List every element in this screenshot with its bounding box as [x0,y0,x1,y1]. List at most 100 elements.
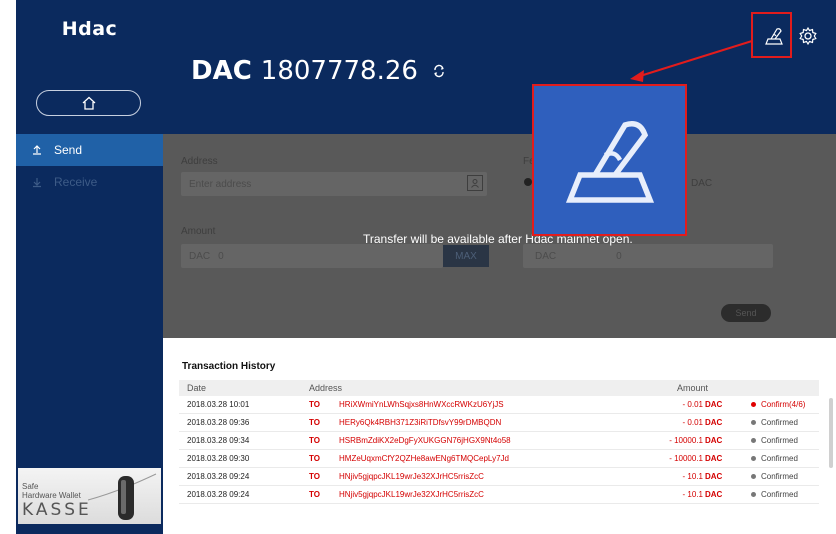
home-button[interactable] [36,90,141,116]
sidebar-item-send[interactable]: Send [16,134,163,166]
table-row[interactable]: 2018.03.28 09:30 TO HMZeUqxmCfY2QZHe8awENg… [179,450,819,468]
fee-radio[interactable] [524,178,532,186]
amount-value: 0 [218,250,224,262]
status-dot-icon [751,402,756,407]
table-row[interactable]: 2018.03.28 09:36 TO HERy6Qk4RBH371Z3iRiTDf… [179,414,819,432]
home-icon [82,96,95,110]
transaction-history: Transaction History Date Address Amount … [163,338,836,534]
brand-logo: Hdac [61,18,118,40]
send-icon [30,143,44,157]
tx-currency: DAC [705,418,723,427]
status-dot-icon [751,492,756,497]
status-dot-icon [751,438,756,443]
tx-amount: - 10000.1 [669,454,703,463]
window-edge [0,0,16,534]
tx-status: Confirmed [761,436,798,445]
table-row[interactable]: 2018.03.28 09:34 TO HSRBmZdiKX2eDgFyXUKGGN… [179,432,819,450]
tx-direction: TO [309,436,320,445]
tx-amount: - 10000.1 [669,436,703,445]
highlight-box [751,12,792,58]
app-window: Hdac Send Receive Safe Hardware Wallet K… [0,0,836,534]
zoomed-sign-icon-callout [532,84,687,236]
sign-icon [565,121,654,203]
history-rows: 2018.03.28 10:01 TO HRiXWmiYnLWhSqjxs8HnWX… [179,396,819,504]
address-placeholder: Enter address [189,178,252,190]
sidebar-item-label: Send [54,143,83,157]
address-input[interactable]: Enter address [181,172,487,196]
tx-address[interactable]: HMZeUqxmCfY2QZHe8awENg6TMQCepLy7Jd [339,454,509,463]
tx-direction: TO [309,490,320,499]
tx-date: 2018.03.28 09:34 [187,436,250,445]
status-dot-icon [751,456,756,461]
tx-amount: - 10.1 [682,472,703,481]
address-label: Address [181,156,218,167]
sidebar: Hdac Send Receive Safe Hardware Wallet K… [16,0,163,534]
tx-address[interactable]: HSRBmZdiKX2eDgFyXUKGGN76jHGX9Nt4o58 [339,436,511,445]
max-button[interactable]: MAX [443,245,489,267]
hardware-wallet-icon [88,473,157,520]
ad-line1: Safe [22,482,39,491]
settings-button[interactable] [794,22,822,50]
tx-direction: TO [309,400,320,409]
table-row[interactable]: 2018.03.28 09:24 TO HNjiv5gjqpcJKL19wrJe32… [179,486,819,504]
tx-direction: TO [309,454,320,463]
status-dot-icon [751,420,756,425]
refresh-icon[interactable] [432,64,446,78]
tx-status: Confirmed [761,454,798,463]
gear-icon [799,26,817,46]
tx-direction: TO [309,418,320,427]
kasse-ad-banner[interactable]: Safe Hardware Wallet KASSE [18,468,161,524]
balance-amount: 1807778.26 [260,56,418,86]
main-content: DAC 1807778.26 Address Enter address Amo… [163,0,836,534]
tx-direction: TO [309,472,320,481]
tx-date: 2018.03.28 09:24 [187,490,250,499]
tx-amount: - 0.01 [682,418,703,427]
ad-brand: KASSE [22,500,92,520]
fee-option-label: DAC [691,178,713,189]
tx-date: 2018.03.28 09:24 [187,472,250,481]
fee-input[interactable]: DAC 0 [523,244,773,268]
col-date: Date [187,383,207,393]
amount-input[interactable]: DAC 0 [181,244,443,268]
tx-status: Confirmed [761,472,798,481]
col-address: Address [309,383,343,393]
tx-status: Confirmed [761,490,798,499]
tx-date: 2018.03.28 09:30 [187,454,250,463]
col-amount: Amount [677,383,709,393]
tx-date: 2018.03.28 09:36 [187,418,250,427]
tx-status: Confirm(4/6) [761,400,806,409]
balance-display: DAC 1807778.26 [191,56,446,86]
tx-amount: - 0.01 [682,400,703,409]
tx-address[interactable]: HNjiv5gjqpcJKL19wrJe32XJrHC5rrisZcC [339,472,484,481]
table-row[interactable]: 2018.03.28 09:24 TO HNjiv5gjqpcJKL19wrJe32… [179,468,819,486]
history-scrollbar[interactable] [829,398,833,468]
history-table: Date Address Amount 2018.03.28 10:01 TO HR… [179,380,819,504]
tx-address[interactable]: HERy6Qk4RBH371Z3iRiTDfsvY99rDMBQDN [339,418,501,427]
tx-currency: DAC [705,400,723,409]
amount-currency: DAC [189,250,211,262]
receive-icon [30,175,44,189]
address-book-icon[interactable] [467,175,483,191]
fee-currency: DAC [535,250,557,262]
status-dot-icon [751,474,756,479]
tx-address[interactable]: HRiXWmiYnLWhSqjxs8HnWXccRWKzU6YjJS [339,400,504,409]
tx-address[interactable]: HNjiv5gjqpcJKL19wrJe32XJrHC5rrisZcC [339,490,484,499]
balance-currency: DAC [191,56,252,86]
balance-header: DAC 1807778.26 [163,0,836,134]
history-title: Transaction History [182,361,276,372]
tx-currency: DAC [705,436,723,445]
sidebar-item-label: Receive [54,175,98,189]
table-row[interactable]: 2018.03.28 10:01 TO HRiXWmiYnLWhSqjxs8HnWX… [179,396,819,414]
tx-status: Confirmed [761,418,798,427]
ad-line2: Hardware Wallet [22,491,81,500]
sidebar-item-receive[interactable]: Receive [16,166,163,198]
send-button[interactable]: Send [721,304,771,322]
history-header-row: Date Address Amount [179,380,819,396]
tx-currency: DAC [705,454,723,463]
amount-label: Amount [181,226,216,237]
tx-amount: - 10.1 [682,490,703,499]
tx-date: 2018.03.28 10:01 [187,400,250,409]
tx-currency: DAC [705,472,723,481]
tx-currency: DAC [705,490,723,499]
fee-value: 0 [616,250,622,262]
